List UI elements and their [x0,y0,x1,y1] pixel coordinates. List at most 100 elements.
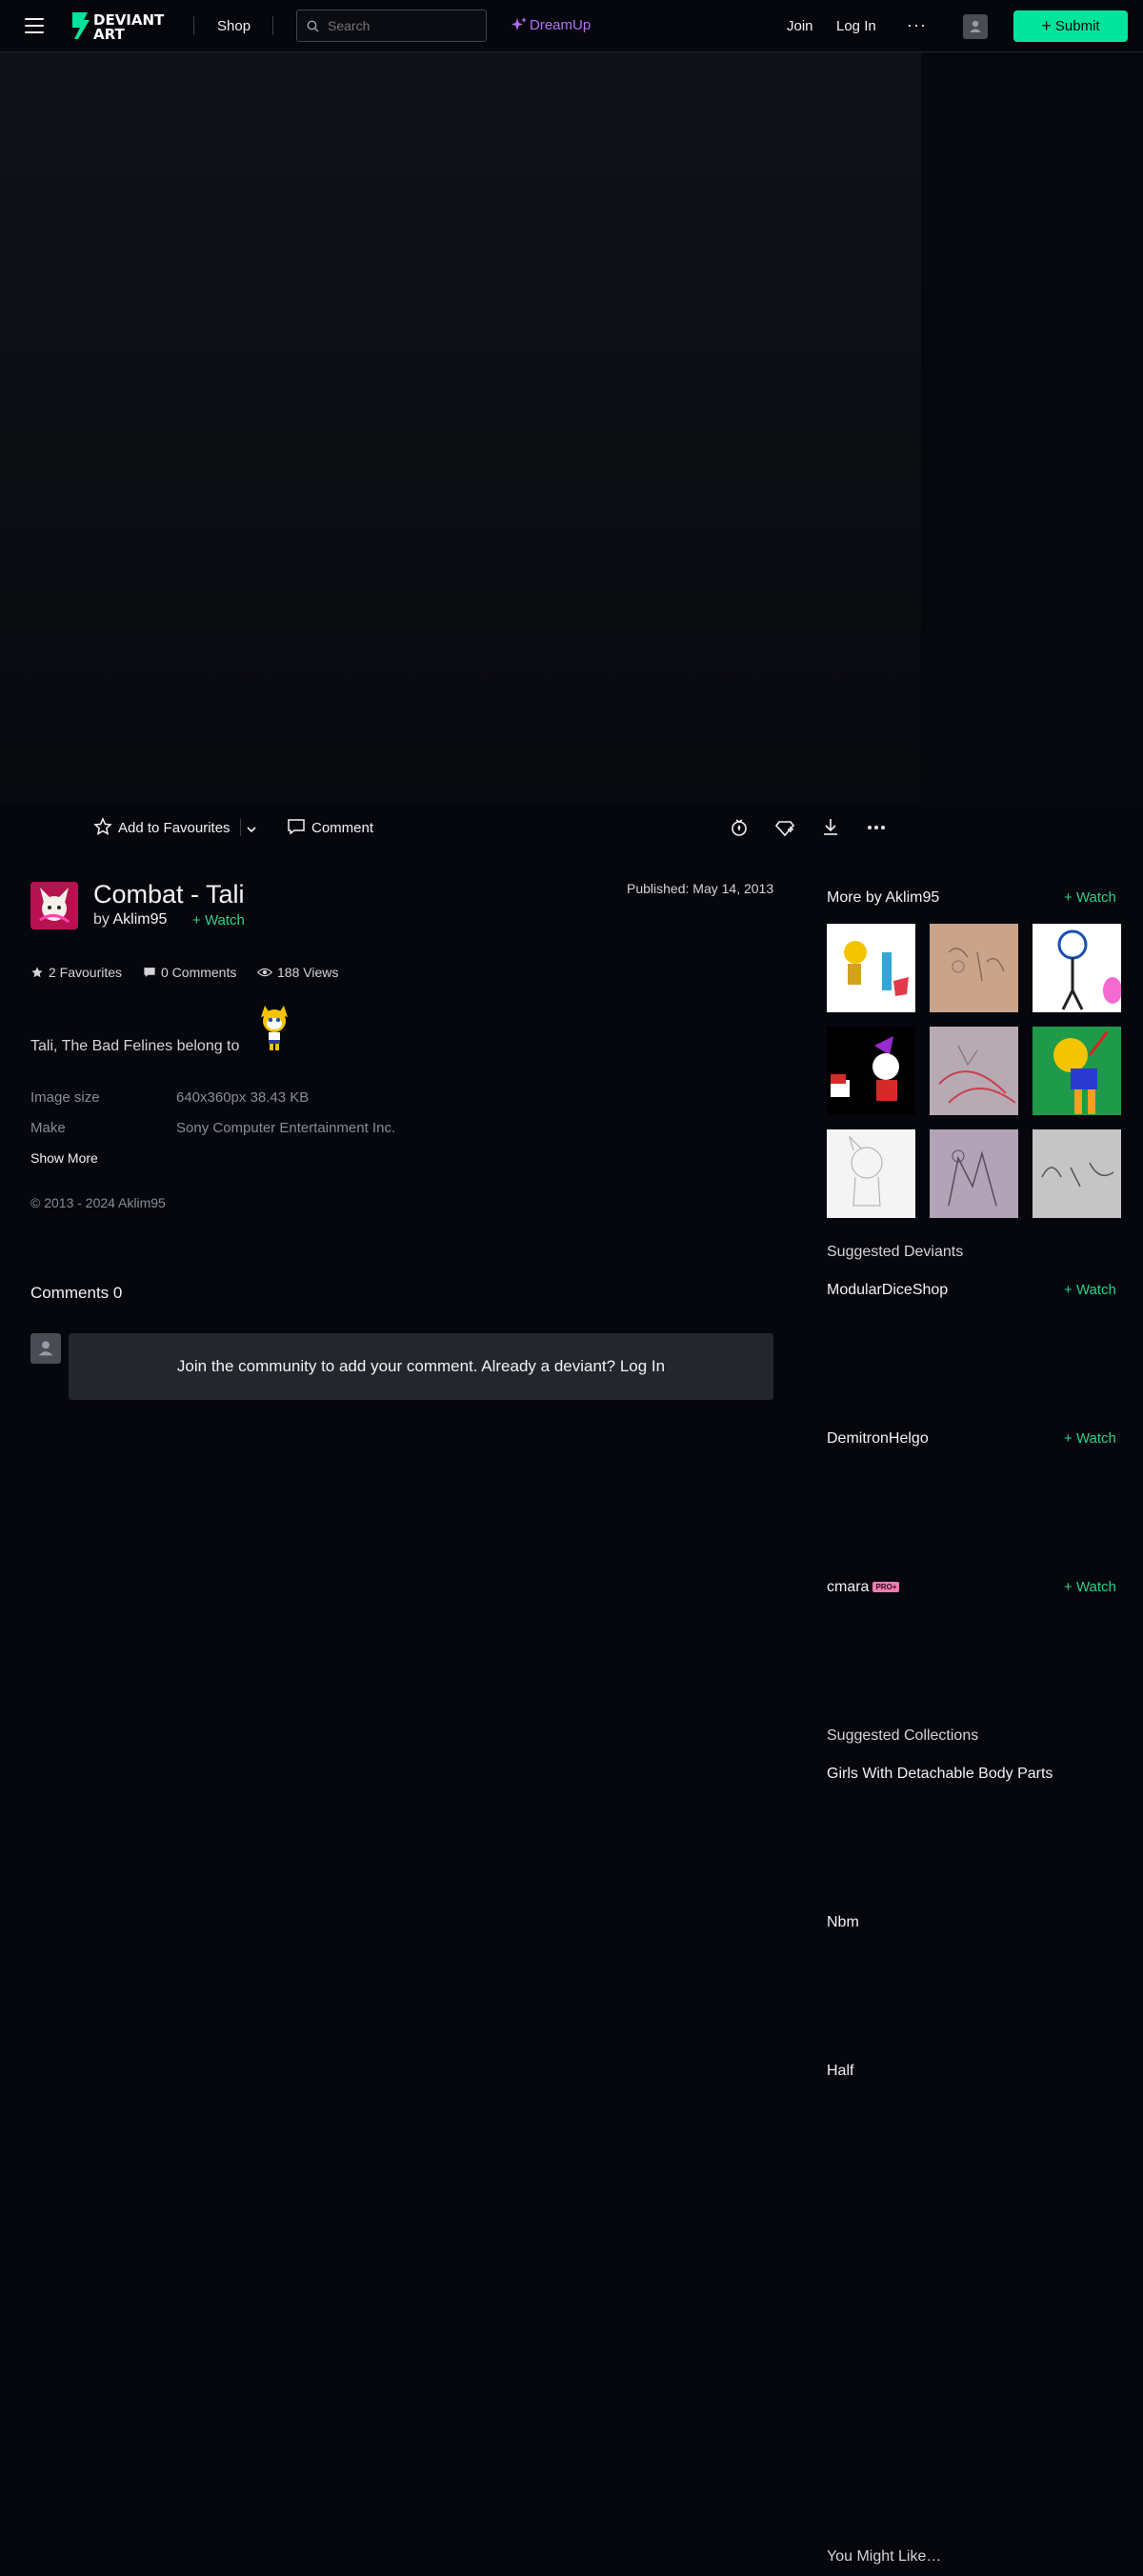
plus-icon: + [1064,1282,1076,1298]
artwork-stage-side [921,52,1143,805]
more-by-thumbnail[interactable] [1033,1027,1121,1115]
chevron-down-icon [247,827,256,833]
shop-link[interactable]: Shop [217,18,251,34]
deviant-watch-button[interactable]: + Watch [1064,1282,1116,1298]
deviant-name[interactable]: ModularDiceShop [827,1282,948,1299]
deviant-name[interactable]: DemitronHelgo [827,1430,929,1448]
top-navigation-bar: DEVIANT ART Shop DreamUp Join Log In ···… [0,0,1143,52]
more-by-thumbnail[interactable] [1033,924,1121,1012]
more-actions-button[interactable] [865,816,888,839]
star-filled-icon [31,967,43,978]
make-value: Sony Computer Entertainment Inc. [176,1120,396,1136]
comments-heading: Comments 0 [30,1284,123,1302]
you-might-like-heading: You Might Like… [827,2548,942,2565]
submit-label: Submit [1054,18,1100,34]
image-size-value: 640x360px 38.43 KB [176,1089,310,1106]
eye-icon [256,968,273,977]
commenter-avatar [30,1333,61,1364]
more-by-thumbnail[interactable] [827,924,915,1012]
divider [193,16,194,35]
star-icon [93,817,112,835]
more-by-thumbnail[interactable] [930,1027,1018,1115]
image-size-label: Image size [30,1089,100,1106]
more-by-thumbnail[interactable] [827,1027,915,1115]
dreamup-label: DreamUp [530,17,592,33]
comments-count[interactable]: 0 Comments [143,965,236,980]
watch-author-button[interactable]: + Watch [192,912,245,929]
more-by-thumbnail[interactable] [930,924,1018,1012]
pro-badge: PRO+ [872,1582,900,1592]
favourite-label: Add to Favourites [118,820,231,836]
sparkle-icon [511,17,527,30]
download-button[interactable] [819,816,842,839]
favourites-count[interactable]: 2 Favourites [30,965,122,980]
description-text: Tali, The Bad Felines belong to [30,1038,240,1054]
plus-icon: + [1064,1579,1076,1595]
dreamup-link[interactable]: DreamUp [511,17,591,33]
tali-emoticon-image [255,1006,293,1051]
plus-icon: + [1064,1430,1076,1447]
deviant-watch-button[interactable]: + Watch [1064,1579,1116,1595]
comment-filled-icon [144,968,155,977]
search-icon [307,20,319,32]
favourites-label: 2 Favourites [49,965,123,980]
published-date: Published: May 14, 2013 [627,881,773,896]
comment-button[interactable]: Comment [287,817,373,836]
byline: by Aklim95 [93,911,167,929]
views-label: 188 Views [277,965,339,980]
collection-name[interactable]: Girls With Detachable Body Parts [827,1766,1053,1783]
watch-label: Watch [1075,889,1116,906]
user-avatar[interactable] [963,14,988,39]
show-more-link[interactable]: Show More [30,1150,98,1166]
more-dots-icon [868,826,885,829]
give-points-button[interactable] [773,816,796,839]
artwork-stage [0,52,921,805]
copyright-text: © 2013 - 2024 Aklim95 [30,1195,166,1210]
badge-give-button[interactable] [728,816,751,839]
author-link[interactable]: Aklim95 [112,911,167,928]
deviant-name-text: cmara [827,1579,870,1595]
watch-label: Watch [1075,1579,1116,1595]
login-link[interactable]: Log In [836,18,876,34]
logo-text-2: ART [93,26,125,43]
plus-icon: + [1041,16,1052,35]
more-by-heading[interactable]: More by Aklim95 [827,889,939,907]
download-icon [824,819,837,835]
search-box[interactable] [296,10,487,42]
favourite-collection-dropdown[interactable] [240,818,263,841]
collection-name[interactable]: Half [827,2063,853,2080]
more-by-watch-button[interactable]: + Watch [1064,889,1116,906]
comments-label: 0 Comments [161,965,237,980]
search-input[interactable] [328,17,480,34]
hamburger-icon[interactable] [25,18,44,33]
more-by-thumbnail[interactable] [930,1129,1018,1218]
deviant-name[interactable]: cmara PRO+ [827,1579,900,1596]
user-icon [970,20,981,32]
make-label: Make [30,1120,66,1136]
suggested-deviants-heading: Suggested Deviants [827,1244,964,1260]
deviantart-logo[interactable]: DEVIANT ART [70,9,170,43]
join-community-prompt[interactable]: Join the community to add your comment. … [69,1333,773,1400]
add-to-favourites-button[interactable]: Add to Favourites [93,817,231,836]
watch-label: Watch [1075,1430,1116,1447]
gift-gem-icon [774,821,795,837]
watch-label: Watch [1075,1282,1116,1298]
views-count: 188 Views [256,965,339,980]
badge-icon [732,819,747,836]
comment-label: Comment [311,820,374,836]
collection-name[interactable]: Nbm [827,1914,859,1931]
suggested-collections-heading: Suggested Collections [827,1727,979,1744]
more-by-thumbnail[interactable] [1033,1129,1121,1218]
artist-avatar[interactable] [30,882,78,929]
join-link[interactable]: Join [787,18,813,34]
submit-button[interactable]: + Submit [1013,10,1128,42]
deviant-watch-button[interactable]: + Watch [1064,1430,1116,1447]
more-by-thumbnail[interactable] [827,1129,915,1218]
watch-label: Watch [204,912,245,929]
comment-icon [288,819,305,835]
user-icon [38,1341,53,1356]
more-options-icon[interactable]: ··· [907,15,927,35]
published-value: May 14, 2013 [692,881,774,896]
published-label: Published: [627,881,690,896]
divider [272,16,273,35]
